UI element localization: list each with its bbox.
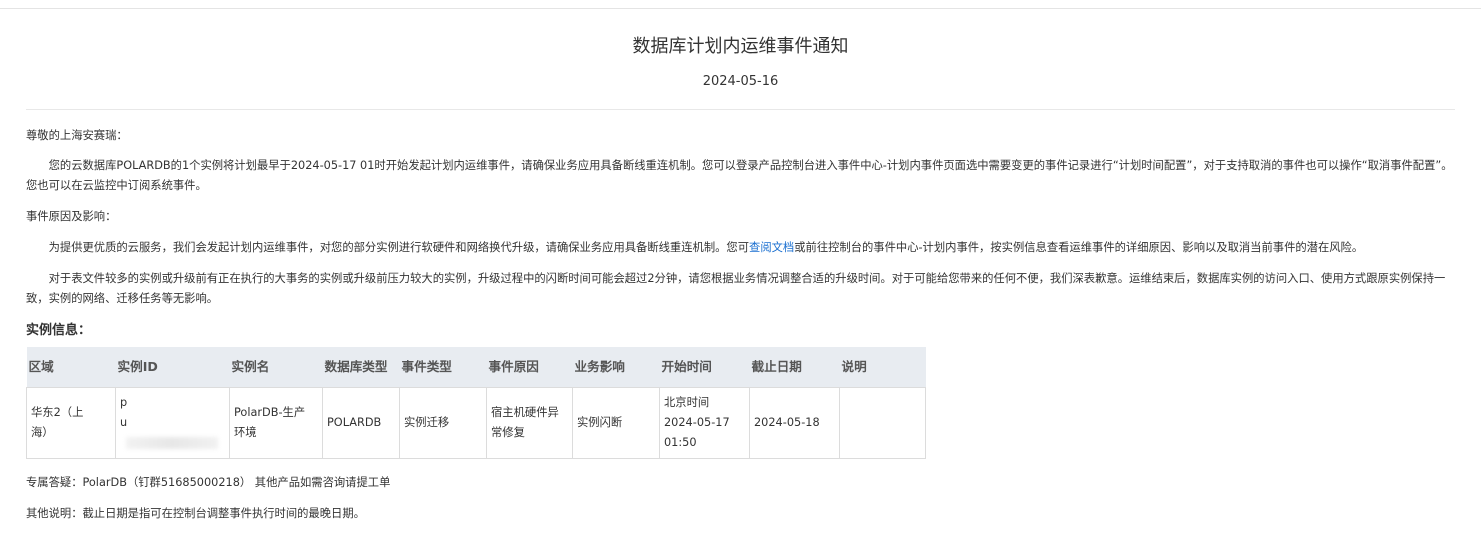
instance-section-title: 实例信息：: [26, 323, 92, 338]
instance-table: 区域 实例ID 实例名 数据库类型 事件类型 事件原因 业务影响 开始时间 截止…: [26, 347, 926, 459]
support-info: 专属答疑：PolarDB（钉群51685000218） 其他产品如需咨询请提工单: [26, 476, 391, 489]
table-header-row: 区域 实例ID 实例名 数据库类型 事件类型 事件原因 业务影响 开始时间 截止…: [26, 347, 926, 388]
col-db-type: 数据库类型: [322, 347, 400, 388]
cell-event-type: 实例迁移: [399, 387, 487, 459]
cell-start-time: 北京时间 2024-05-17 01:50: [659, 387, 750, 459]
col-event-reason: 事件原因: [486, 347, 573, 388]
col-note: 说明: [839, 347, 926, 388]
cell-instance-id: pu: [115, 387, 230, 459]
col-instance-name: 实例名: [229, 347, 323, 388]
paragraph-reason-text-1: 为提供更优质的云服务，我们会发起计划内运维事件，对您的部分实例进行软硬件和网络换…: [48, 241, 750, 254]
other-note: 其他说明：截止日期是指可在控制台调整事件执行时间的最晚日期。: [26, 507, 365, 520]
cell-region: 华东2（上 海）: [26, 387, 116, 459]
col-start-time: 开始时间: [659, 347, 750, 388]
notice-title: 数据库计划内运维事件通知: [632, 36, 849, 57]
paragraph-schedule: 您的云数据库POLARDB的1个实例将计划最早于2024-05-17 01时开始…: [26, 159, 1453, 192]
cell-deadline: 2024-05-18: [749, 387, 840, 459]
col-region: 区域: [26, 347, 116, 388]
redaction-blur: [126, 437, 218, 449]
cell-instance-name: PolarDB-生产 环境: [229, 387, 323, 459]
reason-label: 事件原因及影响：: [26, 210, 117, 223]
notice-page: 数据库计划内运维事件通知 2024-05-16 尊敬的上海安赛瑞： 您的云数据库…: [0, 8, 1481, 558]
notice-date: 2024-05-16: [702, 74, 779, 89]
cell-db-type: POLARDB: [322, 387, 400, 459]
col-deadline: 截止日期: [749, 347, 840, 388]
paragraph-impact: 对于表文件较多的实例或升级前有正在执行的大事务的实例或升级前压力较大的实例，升级…: [26, 272, 1446, 305]
col-event-type: 事件类型: [399, 347, 487, 388]
notice-content: 尊敬的上海安赛瑞： 您的云数据库POLARDB的1个实例将计划最早于2024-0…: [0, 126, 1481, 524]
greeting: 尊敬的上海安赛瑞：: [26, 129, 128, 142]
col-impact: 业务影响: [572, 347, 660, 388]
cell-impact: 实例闪断: [572, 387, 660, 459]
notice-header: 数据库计划内运维事件通知 2024-05-16: [26, 9, 1455, 110]
cell-event-reason: 宿主机硬件异 常修复: [486, 387, 573, 459]
paragraph-reason-text-2: 或前往控制台的事件中心-计划内事件，按实例信息查看运维事件的详细原因、影响以及取…: [794, 241, 1364, 254]
paragraph-reason: 为提供更优质的云服务，我们会发起计划内运维事件，对您的部分实例进行软硬件和网络换…: [26, 238, 1455, 258]
table-row: 华东2（上 海） pu PolarDB-生产 环境 POLARDB 实例迁移 宿主机…: [26, 387, 926, 459]
cell-note: [839, 387, 926, 459]
view-docs-link[interactable]: 查阅文档: [749, 241, 794, 254]
col-instance-id: 实例ID: [115, 347, 230, 388]
